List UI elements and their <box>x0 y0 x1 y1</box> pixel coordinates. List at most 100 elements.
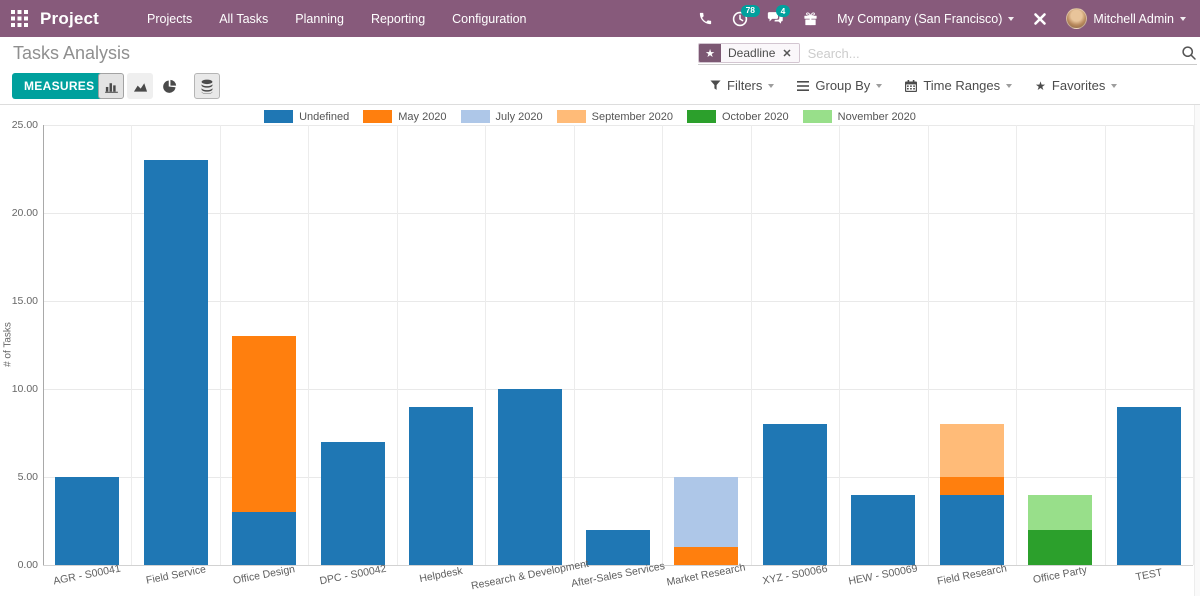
control-panel: MEASURES Filters <box>0 68 1200 105</box>
gridline <box>43 389 1193 390</box>
time-ranges-label: Time Ranges <box>923 78 1000 93</box>
user-menu[interactable]: Mitchell Admin <box>1066 8 1186 29</box>
legend-label: July 2020 <box>496 111 543 123</box>
tasks-analysis-chart: Undefined May 2020 July 2020 September 2020… <box>0 105 1200 596</box>
company-name: My Company (San Francisco) <box>837 12 1002 26</box>
bar-segment[interactable] <box>674 477 738 547</box>
activity-count-badge: 78 <box>741 5 759 17</box>
activities-clock-icon[interactable]: 78 <box>732 11 748 27</box>
favorites-label: Favorites <box>1052 78 1105 93</box>
bar-segment[interactable] <box>232 336 296 512</box>
menu-item-all-tasks[interactable]: All Tasks <box>219 12 268 26</box>
legend-swatch <box>461 110 490 123</box>
phone-icon[interactable] <box>698 11 713 26</box>
y-axis-tick-label: 5.00 <box>2 471 38 483</box>
measures-label: MEASURES <box>24 79 94 93</box>
gridline <box>839 125 840 565</box>
y-axis-title: # of Tasks <box>3 245 14 445</box>
bar-segment[interactable] <box>940 424 1004 477</box>
gridline <box>43 301 1193 302</box>
search-options: Filters Group By Time Ranges ★ Favorites <box>710 78 1117 93</box>
bar-segment[interactable] <box>1028 495 1092 530</box>
nav-right-cluster: 78 4 My Company (San Francisco) Mitchell… <box>698 8 1200 29</box>
message-count-badge: 4 <box>776 5 790 17</box>
gridline <box>1105 125 1106 565</box>
menu-item-planning[interactable]: Planning <box>295 12 344 26</box>
filter-funnel-icon <box>710 80 721 91</box>
legend-swatch <box>363 110 392 123</box>
bar-chart-button[interactable] <box>98 73 124 99</box>
legend-label: September 2020 <box>592 111 673 123</box>
messages-icon[interactable]: 4 <box>767 11 784 26</box>
search-facet-deadline: ★ Deadline ✕ <box>698 43 800 63</box>
gridline <box>574 125 575 565</box>
bar-segment[interactable] <box>1117 407 1181 565</box>
pivot-view-button[interactable] <box>194 73 220 99</box>
legend-swatch <box>557 110 586 123</box>
bar-segment[interactable] <box>940 477 1004 495</box>
chevron-down-icon <box>1008 17 1014 21</box>
search-input[interactable] <box>808 46 1181 61</box>
bar-segment[interactable] <box>321 442 385 565</box>
gridline <box>308 125 309 565</box>
top-menu: Projects All Tasks Planning Reporting Co… <box>147 12 526 26</box>
facet-value: Deadline ✕ <box>721 44 799 62</box>
group-by-icon <box>797 81 809 91</box>
bar-segment[interactable] <box>498 389 562 565</box>
search-bar[interactable]: ★ Deadline ✕ <box>698 42 1197 65</box>
legend-item[interactable]: November 2020 <box>803 110 916 123</box>
legend-swatch <box>687 110 716 123</box>
facet-label: Deadline <box>728 46 775 60</box>
legend-item[interactable]: September 2020 <box>557 110 673 123</box>
facet-star-icon: ★ <box>699 44 721 62</box>
breadcrumb-row: Tasks Analysis ★ Deadline ✕ <box>0 37 1200 68</box>
group-by-menu[interactable]: Group By <box>797 78 882 93</box>
developer-tools-icon[interactable] <box>1033 12 1047 26</box>
scrollbar[interactable] <box>1194 105 1200 596</box>
apps-grid-icon <box>11 10 28 27</box>
favorites-star-icon: ★ <box>1035 79 1046 93</box>
menu-item-reporting[interactable]: Reporting <box>371 12 425 26</box>
app-name[interactable]: Project <box>40 9 99 29</box>
favorites-menu[interactable]: ★ Favorites <box>1035 78 1117 93</box>
company-switcher[interactable]: My Company (San Francisco) <box>837 12 1014 26</box>
pie-chart-button[interactable] <box>156 73 182 99</box>
menu-item-projects[interactable]: Projects <box>147 12 192 26</box>
legend-swatch <box>803 110 832 123</box>
gridline <box>1016 125 1017 565</box>
apps-grid-icon[interactable] <box>0 0 38 37</box>
gift-icon[interactable] <box>803 11 818 26</box>
legend-item[interactable]: Undefined <box>264 110 349 123</box>
bar-segment[interactable] <box>55 477 119 565</box>
gridline <box>131 125 132 565</box>
line-chart-button[interactable] <box>127 73 153 99</box>
bar-segment[interactable] <box>940 495 1004 565</box>
y-axis-tick-label: 25.00 <box>2 119 38 131</box>
search-icon[interactable] <box>1181 45 1197 61</box>
user-name: Mitchell Admin <box>1093 12 1174 26</box>
bar-segment[interactable] <box>851 495 915 565</box>
filters-menu[interactable]: Filters <box>710 78 774 93</box>
bar-segment[interactable] <box>763 424 827 565</box>
gridline <box>43 125 1193 126</box>
legend-item[interactable]: July 2020 <box>461 110 543 123</box>
legend-item[interactable]: May 2020 <box>363 110 446 123</box>
chevron-down-icon <box>1180 17 1186 21</box>
chart-legend: Undefined May 2020 July 2020 September 2020… <box>0 110 1194 123</box>
odoo-app-window: Project Projects All Tasks Planning Repo… <box>0 0 1200 596</box>
bar-segment[interactable] <box>144 160 208 565</box>
legend-label: Undefined <box>299 111 349 123</box>
legend-item[interactable]: October 2020 <box>687 110 789 123</box>
facet-remove-icon[interactable]: ✕ <box>782 47 791 60</box>
calendar-icon <box>905 80 917 92</box>
page-title: Tasks Analysis <box>13 43 130 64</box>
time-ranges-menu[interactable]: Time Ranges <box>905 78 1012 93</box>
gridline <box>662 125 663 565</box>
avatar <box>1066 8 1087 29</box>
menu-item-configuration[interactable]: Configuration <box>452 12 526 26</box>
gridline <box>485 125 486 565</box>
y-axis-tick-label: 0.00 <box>2 559 38 571</box>
bar-segment[interactable] <box>409 407 473 565</box>
gridline <box>220 125 221 565</box>
group-by-label: Group By <box>815 78 870 93</box>
